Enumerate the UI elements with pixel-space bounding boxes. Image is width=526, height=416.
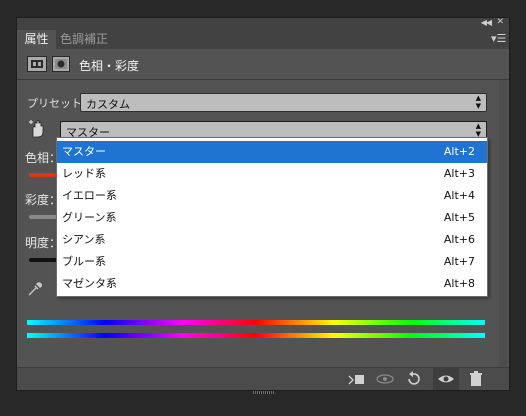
close-icon[interactable]: ✕ [496,17,504,27]
hand-target-icon[interactable] [27,119,47,139]
item-label: グリーン系 [62,211,117,224]
item-label: シアン系 [62,233,106,246]
resize-grip[interactable] [253,391,275,394]
preset-select[interactable]: カスタム ▲ ▼ [80,93,487,112]
mask-icon[interactable] [52,56,70,72]
scrollbar[interactable] [499,80,507,370]
tab-properties[interactable]: 属性 [17,30,56,49]
dropdown-item-cyans[interactable]: シアン系 Alt+6 [57,229,487,251]
double-chevron-left-icon[interactable]: ◀◀ [481,18,492,27]
adjustment-title: 色相・彩度 [79,59,140,73]
hue-slider[interactable] [29,173,59,177]
item-label: マゼンタ系 [62,277,117,290]
eye-icon [438,375,454,383]
eyedropper-icon[interactable] [26,280,44,298]
item-shortcut: Alt+3 [443,167,475,180]
panel-bottom-toolbar [17,367,509,390]
dropdown-item-yellows[interactable]: イエロー系 Alt+4 [57,185,487,207]
input-color-bar [27,320,485,325]
item-shortcut: Alt+7 [443,255,475,268]
panel-menu-icon[interactable]: ▾☰ [491,33,506,45]
clip-to-layer-icon[interactable] [347,371,365,387]
dropdown-item-master[interactable]: マスター Alt+2 [57,141,487,163]
item-shortcut: Alt+8 [443,277,475,290]
panel-titlebar: ◀◀ ✕ [17,17,509,30]
saturation-slider[interactable] [29,215,59,219]
tab-adjustments[interactable]: 色調補正 [60,30,108,49]
item-shortcut: Alt+2 [443,145,475,158]
tab-bar: 属性 色調補正 ▾☰ [17,30,509,49]
chevron-updown-icon: ▲ ▼ [475,94,481,110]
dropdown-item-greens[interactable]: グリーン系 Alt+5 [57,207,487,229]
dropdown-item-reds[interactable]: レッド系 Alt+3 [57,163,487,185]
output-color-bar [27,333,485,338]
reset-icon[interactable] [404,371,422,387]
item-shortcut: Alt+4 [443,189,475,202]
channel-dropdown-list: マスター Alt+2 レッド系 Alt+3 イエロー系 Alt+4 グリーン系 … [56,137,488,297]
item-label: イエロー系 [62,189,117,202]
item-label: レッド系 [62,167,106,180]
hue-saturation-layer-icon[interactable] [27,56,47,72]
item-shortcut: Alt+5 [443,211,475,224]
visibility-toggle[interactable] [433,368,459,390]
item-label: マスター [62,145,106,158]
trash-icon[interactable] [467,371,485,387]
item-shortcut: Alt+6 [443,233,475,246]
view-previous-icon[interactable] [375,371,394,387]
properties-panel: ◀◀ ✕ 属性 色調補正 ▾☰ 色相・彩度 プリセット： カスタム ▲ ▼ マスタ… [16,17,510,394]
dropdown-item-magentas[interactable]: マゼンタ系 Alt+8 [57,273,487,295]
preset-value: カスタム [86,98,130,111]
chevron-updown-icon: ▲ ▼ [475,122,481,138]
lightness-slider[interactable] [29,258,59,262]
divider [17,79,509,80]
item-label: ブルー系 [62,255,106,268]
dropdown-item-blues[interactable]: ブルー系 Alt+7 [57,251,487,273]
